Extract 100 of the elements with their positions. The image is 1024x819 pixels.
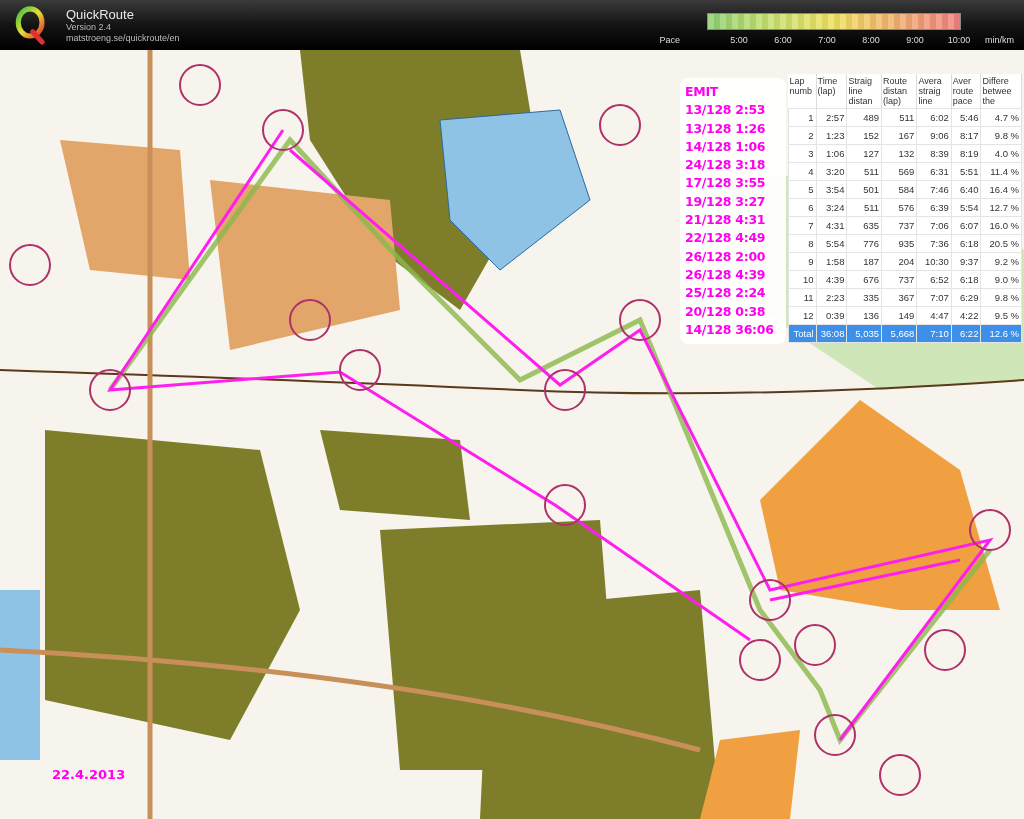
emit-split-time: 13/128 1:26 <box>685 119 767 138</box>
table-cell: 11 <box>788 288 817 307</box>
emit-split-time: 26/128 2:00 <box>685 247 767 266</box>
table-cell: 511 <box>881 108 917 127</box>
column-header: Straig line distan <box>846 74 882 109</box>
table-cell: 935 <box>881 234 917 253</box>
table-cell: 9 <box>788 252 817 271</box>
table-cell: 127 <box>846 144 882 163</box>
table-cell: 6 <box>788 198 817 217</box>
table-cell: 576 <box>881 198 917 217</box>
table-cell: 4:39 <box>816 270 847 289</box>
table-cell: 6:52 <box>916 270 952 289</box>
column-header: Route distan (lap) <box>881 74 917 109</box>
table-cell: 9.8 % <box>980 126 1022 145</box>
table-cell: 4:47 <box>916 306 952 325</box>
table-cell: 2:57 <box>816 108 847 127</box>
table-cell: 2:23 <box>816 288 847 307</box>
table-cell: 0:39 <box>816 306 847 325</box>
table-cell: 6:07 <box>951 216 981 235</box>
table-cell: 12.7 % <box>980 198 1022 217</box>
table-cell: 11.4 % <box>980 162 1022 181</box>
table-cell: 132 <box>881 144 917 163</box>
table-cell: 8:17 <box>951 126 981 145</box>
version-text: Version 2.4 <box>66 21 112 33</box>
table-cell: 4.7 % <box>980 108 1022 127</box>
table-cell: 5:46 <box>951 108 981 127</box>
table-cell: 7 <box>788 216 817 235</box>
table-cell: 8:39 <box>916 144 952 163</box>
pace-unit: min/km <box>985 34 1014 46</box>
table-cell: 136 <box>846 306 882 325</box>
table-cell: 6:29 <box>951 288 981 307</box>
table-cell: 335 <box>846 288 882 307</box>
table-cell: 4:22 <box>951 306 981 325</box>
table-cell: 9.2 % <box>980 252 1022 271</box>
table-cell: 776 <box>846 234 882 253</box>
table-cell: 1 <box>788 108 817 127</box>
map-date: 22.4.2013 <box>52 767 126 782</box>
column-header: Aver route pace <box>951 74 981 109</box>
pace-tick-label: 6:00 <box>773 34 793 46</box>
table-cell: 16.4 % <box>980 180 1022 199</box>
table-cell: 737 <box>881 216 917 235</box>
table-cell: 10 <box>788 270 817 289</box>
column-header: Avera straig line <box>916 74 952 109</box>
table-cell: 167 <box>881 126 917 145</box>
app-title: QuickRoute <box>66 6 135 22</box>
website-link[interactable]: matstroeng.se/quickroute/en <box>66 32 180 44</box>
table-cell: 187 <box>846 252 882 271</box>
pace-tick-label: 8:00 <box>861 34 881 46</box>
table-cell: 9.0 % <box>980 270 1022 289</box>
table-cell: 489 <box>846 108 882 127</box>
table-cell: 511 <box>846 162 882 181</box>
column-header: Time (lap) <box>816 74 847 109</box>
table-cell: 7:36 <box>916 234 952 253</box>
table-cell: 4:31 <box>816 216 847 235</box>
table-cell: 3:24 <box>816 198 847 217</box>
table-cell: 367 <box>881 288 917 307</box>
table-cell: 1:23 <box>816 126 847 145</box>
table-cell: 3 <box>788 144 817 163</box>
emit-title: EMIT <box>685 83 720 101</box>
table-cell: 7:07 <box>916 288 952 307</box>
column-header: Lap numb <box>788 74 817 109</box>
table-cell: 149 <box>881 306 917 325</box>
table-cell: 676 <box>846 270 882 289</box>
table-cell: 152 <box>846 126 882 145</box>
emit-split-time: 20/128 0:38 <box>685 302 767 321</box>
emit-split-time: 22/128 4:49 <box>685 229 767 248</box>
table-cell: 584 <box>881 180 917 199</box>
table-cell: 6:40 <box>951 180 981 199</box>
table-cell: 204 <box>881 252 917 271</box>
table-cell: 9.8 % <box>980 288 1022 307</box>
table-cell: 1:06 <box>816 144 847 163</box>
emit-split-time: 19/128 3:27 <box>685 192 767 211</box>
table-cell: 569 <box>881 162 917 181</box>
table-cell: 9:06 <box>916 126 952 145</box>
emit-split-time: 26/128 4:39 <box>685 265 767 284</box>
pace-tick-label: 9:00 <box>905 34 925 46</box>
table-cell: 3:54 <box>816 180 847 199</box>
table-cell: 9.5 % <box>980 306 1022 325</box>
table-cell: 5 <box>788 180 817 199</box>
table-cell: 2 <box>788 126 817 145</box>
table-cell: 737 <box>881 270 917 289</box>
table-cell: 20.5 % <box>980 234 1022 253</box>
table-cell: 6:39 <box>916 198 952 217</box>
table-cell: 3:20 <box>816 162 847 181</box>
pace-tick-label: 7:00 <box>817 34 837 46</box>
table-cell: 511 <box>846 198 882 217</box>
table-cell: 5:51 <box>951 162 981 181</box>
column-header: Differe betwee the <box>980 74 1022 109</box>
emit-split-time: 14/128 36:06 <box>685 320 775 339</box>
pace-tick-label: 10:00 <box>946 34 972 46</box>
table-cell: 8:19 <box>951 144 981 163</box>
logo-icon <box>14 5 48 45</box>
table-cell: 6:18 <box>951 234 981 253</box>
table-cell: 635 <box>846 216 882 235</box>
table-cell: 4.0 % <box>980 144 1022 163</box>
table-cell: 1:58 <box>816 252 847 271</box>
table-cell: 9:37 <box>951 252 981 271</box>
table-cell: 5:54 <box>816 234 847 253</box>
table-cell: 7:06 <box>916 216 952 235</box>
emit-split-time: 24/128 3:18 <box>685 156 767 175</box>
